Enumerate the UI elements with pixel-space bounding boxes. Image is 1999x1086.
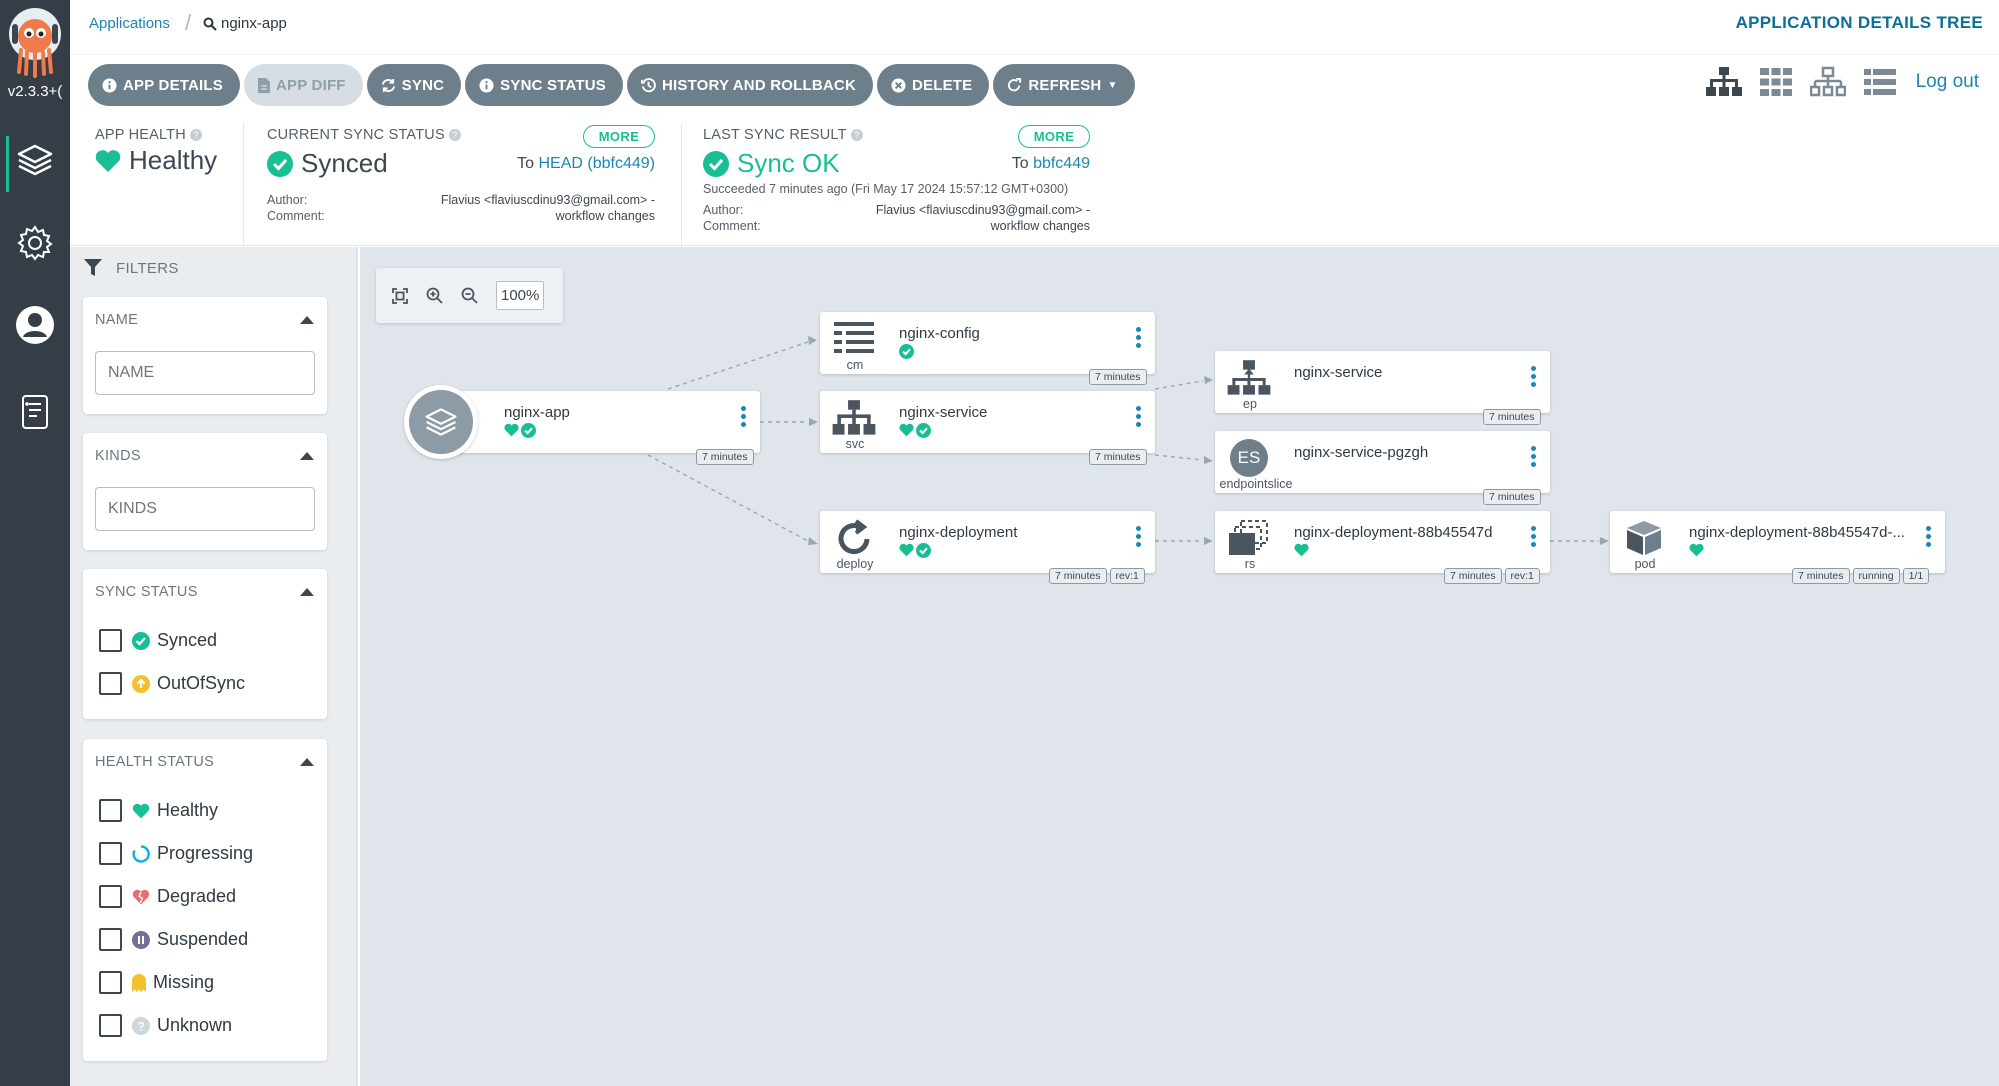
revision-tag: rev:1 xyxy=(1109,568,1145,584)
node-kind: deploy xyxy=(836,557,874,571)
node-rs-tags: 7 minutes rev:1 xyxy=(1444,568,1540,584)
arrow-head xyxy=(1204,537,1213,545)
node-kind: pod xyxy=(1634,557,1656,571)
fit-screen-icon[interactable] xyxy=(392,287,408,304)
node-menu-icon[interactable] xyxy=(1136,526,1141,547)
node-menu-icon[interactable] xyxy=(741,406,746,427)
node-name: nginx-service xyxy=(1294,364,1383,381)
node-name: nginx-deployment-88b45547d xyxy=(1294,524,1493,541)
node-menu-icon[interactable] xyxy=(1136,327,1141,348)
state-tag: running xyxy=(1852,568,1900,584)
node-kind: cm xyxy=(846,358,864,372)
arrow-head xyxy=(1204,376,1213,384)
node-kind: rs xyxy=(1244,557,1256,571)
endpointslice-glyph: ES xyxy=(1230,439,1268,477)
node-configmap[interactable]: cm nginx-config xyxy=(820,312,1155,374)
node-replicaset[interactable]: rs nginx-deployment-88b45547d xyxy=(1215,511,1550,573)
node-menu-icon[interactable] xyxy=(1531,446,1536,467)
node-ep-tags: 7 minutes xyxy=(1483,409,1541,425)
node-menu-icon[interactable] xyxy=(1136,406,1141,427)
arrow-head xyxy=(808,537,818,545)
node-status-badges xyxy=(504,423,536,438)
node-name: nginx-config xyxy=(899,325,980,342)
node-menu-icon[interactable] xyxy=(1531,366,1536,387)
node-name: nginx-deployment xyxy=(899,524,1018,541)
check-circle-icon xyxy=(916,423,931,438)
node-name: nginx-deployment-88b45547d-... xyxy=(1689,524,1905,541)
node-name: nginx-service-pgzgh xyxy=(1294,444,1429,461)
edge-svc-es xyxy=(1154,454,1204,461)
check-circle-icon xyxy=(916,543,931,558)
age-tag: 7 minutes xyxy=(1792,568,1850,584)
age-tag: 7 minutes xyxy=(1483,489,1541,505)
node-cm-tags: 7 minutes xyxy=(1089,369,1147,385)
heart-icon xyxy=(899,543,914,557)
edge-app-deploy xyxy=(647,454,809,542)
node-pod[interactable]: pod nginx-deployment-88b45547d-... xyxy=(1610,511,1945,573)
node-status-badges xyxy=(1689,543,1704,557)
zoom-toolbar: 100% xyxy=(376,268,563,323)
age-tag: 7 minutes xyxy=(1483,409,1541,425)
zoom-in-icon[interactable] xyxy=(426,287,443,304)
age-tag: 7 minutes xyxy=(696,449,754,465)
app-node-icon-ring[interactable] xyxy=(404,385,478,459)
age-tag: 7 minutes xyxy=(1089,369,1147,385)
arrow-head xyxy=(1600,537,1609,545)
revision-tag: rev:1 xyxy=(1504,568,1540,584)
node-menu-icon[interactable] xyxy=(1531,526,1536,547)
node-app-tags: 7 minutes xyxy=(696,449,754,465)
app-node-icon-circle xyxy=(409,390,473,454)
node-pod-tags: 7 minutes running 1/1 xyxy=(1792,568,1930,584)
arrow-head xyxy=(809,418,818,426)
ready-tag: 1/1 xyxy=(1902,568,1930,584)
age-tag: 7 minutes xyxy=(1089,449,1147,465)
node-kind: endpointslice xyxy=(1219,477,1293,491)
node-endpoints[interactable]: ep nginx-service xyxy=(1215,351,1550,413)
node-service[interactable]: svc nginx-service xyxy=(820,391,1155,453)
check-circle-icon xyxy=(899,344,914,359)
node-status-badges xyxy=(899,543,931,558)
node-es-tags: 7 minutes xyxy=(1483,489,1541,505)
edge-app-cm xyxy=(667,341,809,390)
layers-icon xyxy=(425,408,457,436)
heart-icon xyxy=(1294,543,1309,557)
node-menu-icon[interactable] xyxy=(1926,526,1931,547)
node-kind: ep xyxy=(1243,397,1257,411)
node-status-badges xyxy=(1294,543,1309,557)
node-status-badges xyxy=(899,344,914,359)
heart-icon xyxy=(504,423,519,437)
age-tag: 7 minutes xyxy=(1049,568,1107,584)
node-status-badges xyxy=(899,423,931,438)
node-kind: svc xyxy=(845,437,865,451)
edge-svc-ep xyxy=(1154,380,1204,390)
node-deploy-tags: 7 minutes rev:1 xyxy=(1049,568,1145,584)
zoom-out-icon[interactable] xyxy=(461,287,478,304)
node-app[interactable]: nginx-app xyxy=(440,391,760,453)
node-deployment[interactable]: deploy nginx-deployment xyxy=(820,511,1155,573)
check-circle-icon xyxy=(521,423,536,438)
arrow-head xyxy=(1204,456,1213,464)
heart-icon xyxy=(899,423,914,437)
node-endpointslice[interactable]: ES endpointslice nginx-service-pgzgh xyxy=(1215,431,1550,493)
heart-icon xyxy=(1689,543,1704,557)
node-name: nginx-service xyxy=(899,404,988,421)
age-tag: 7 minutes xyxy=(1444,568,1502,584)
zoom-level[interactable]: 100% xyxy=(496,281,545,310)
node-name: nginx-app xyxy=(504,404,570,421)
node-svc-tags: 7 minutes xyxy=(1089,449,1147,465)
arrow-head xyxy=(808,336,817,345)
